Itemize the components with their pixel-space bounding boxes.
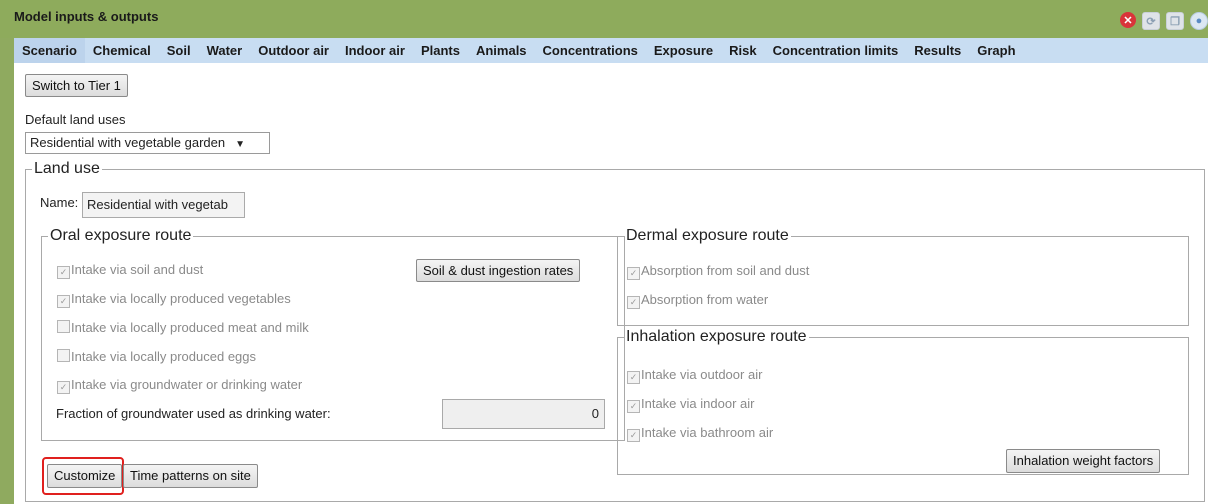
checkbox[interactable]: ✓ — [627, 296, 640, 309]
tab-chemical[interactable]: Chemical — [85, 38, 159, 63]
checkbox-label: Intake via indoor air — [641, 396, 755, 411]
oral-item-eggs[interactable]: Intake via locally produced eggs — [57, 349, 256, 364]
oral-item-vegetables[interactable]: ✓ Intake via locally produced vegetables — [57, 291, 291, 308]
tab-risk[interactable]: Risk — [721, 38, 764, 63]
dermal-exposure-legend: Dermal exposure route — [626, 227, 789, 244]
checkbox-label: Intake via bathroom air — [641, 425, 774, 440]
default-land-uses-value: Residential with vegetable garden — [30, 135, 226, 150]
checkbox[interactable]: ✓ — [627, 429, 640, 442]
dermal-item-water[interactable]: ✓ Absorption from water — [627, 292, 768, 309]
soil-dust-ingestion-rates-button[interactable]: Soil & dust ingestion rates — [416, 259, 581, 282]
default-land-uses-label: Default land uses — [25, 112, 126, 127]
checkbox[interactable]: ✓ — [627, 371, 640, 384]
fraction-groundwater-input[interactable]: 0 — [442, 399, 605, 429]
tab-plants[interactable]: Plants — [413, 38, 468, 63]
checkbox[interactable]: ✓ — [57, 266, 70, 279]
checkbox-label: Intake via groundwater or drinking water — [71, 377, 303, 392]
name-input[interactable]: Residential with vegetab — [82, 192, 245, 218]
name-label: Name: — [40, 195, 79, 210]
inhalation-weight-factors-button[interactable]: Inhalation weight factors — [1006, 449, 1161, 473]
checkbox-label: Intake via locally produced vegetables — [71, 291, 291, 306]
inhalation-item-outdoor[interactable]: ✓ Intake via outdoor air — [627, 367, 762, 384]
window-title: Model inputs & outputs — [14, 9, 159, 24]
checkbox-label: Intake via locally produced meat and mil… — [71, 320, 309, 335]
checkbox[interactable] — [57, 320, 70, 333]
tab-results[interactable]: Results — [906, 38, 969, 63]
tab-scenario[interactable]: Scenario — [14, 38, 85, 63]
window-titlebar: Model inputs & outputs ✕ ⟳ ❐ ● — [0, 0, 1208, 38]
time-patterns-button[interactable]: Time patterns on site — [123, 464, 258, 488]
dermal-item-soil-dust[interactable]: ✓ Absorption from soil and dust — [627, 263, 809, 280]
checkbox[interactable]: ✓ — [627, 400, 640, 413]
tab-indoor-air[interactable]: Indoor air — [337, 38, 413, 63]
land-use-legend: Land use — [34, 160, 100, 177]
window-controls: ✕ ⟳ ❐ ● — [1120, 12, 1208, 30]
refresh-icon[interactable]: ⟳ — [1142, 12, 1160, 30]
oral-item-soil-dust[interactable]: ✓ Intake via soil and dust — [57, 262, 203, 279]
checkbox[interactable]: ✓ — [627, 267, 640, 280]
info-icon[interactable]: ● — [1190, 12, 1208, 30]
fraction-groundwater-label: Fraction of groundwater used as drinking… — [56, 406, 331, 421]
checkbox-label: Intake via outdoor air — [641, 367, 763, 382]
close-icon[interactable]: ✕ — [1120, 12, 1136, 28]
switch-tier-button[interactable]: Switch to Tier 1 — [25, 74, 128, 97]
checkbox-label: Intake via soil and dust — [71, 262, 204, 277]
default-land-uses-select[interactable]: Residential with vegetable garden ▼ — [25, 132, 270, 154]
checkbox[interactable]: ✓ — [57, 295, 70, 308]
tab-concentrations[interactable]: Concentrations — [535, 38, 646, 63]
customize-button[interactable]: Customize — [47, 464, 123, 488]
tab-water[interactable]: Water — [199, 38, 251, 63]
inhalation-exposure-legend: Inhalation exposure route — [626, 328, 807, 345]
checkbox-label: Intake via locally produced eggs — [71, 349, 257, 364]
checkbox[interactable] — [57, 349, 70, 362]
oral-exposure-legend: Oral exposure route — [50, 227, 192, 244]
inhalation-item-indoor[interactable]: ✓ Intake via indoor air — [627, 396, 754, 413]
tab-soil[interactable]: Soil — [159, 38, 199, 63]
tab-outdoor-air[interactable]: Outdoor air — [250, 38, 337, 63]
tab-animals[interactable]: Animals — [468, 38, 535, 63]
tab-concentration-limits[interactable]: Concentration limits — [765, 38, 907, 63]
checkbox[interactable]: ✓ — [57, 381, 70, 394]
oral-item-meat-milk[interactable]: Intake via locally produced meat and mil… — [57, 320, 309, 335]
tab-graph[interactable]: Graph — [969, 38, 1023, 63]
copy-icon[interactable]: ❐ — [1166, 12, 1184, 30]
scenario-panel: Switch to Tier 1 Default land uses Resid… — [14, 63, 1208, 504]
inhalation-item-bathroom[interactable]: ✓ Intake via bathroom air — [627, 425, 773, 442]
checkbox-label: Absorption from water — [641, 292, 769, 307]
tab-bar: Scenario Chemical Soil Water Outdoor air… — [14, 38, 1208, 63]
tab-exposure[interactable]: Exposure — [646, 38, 721, 63]
oral-item-groundwater[interactable]: ✓ Intake via groundwater or drinking wate… — [57, 377, 302, 394]
chevron-down-icon: ▼ — [235, 139, 246, 150]
checkbox-label: Absorption from soil and dust — [641, 263, 810, 278]
